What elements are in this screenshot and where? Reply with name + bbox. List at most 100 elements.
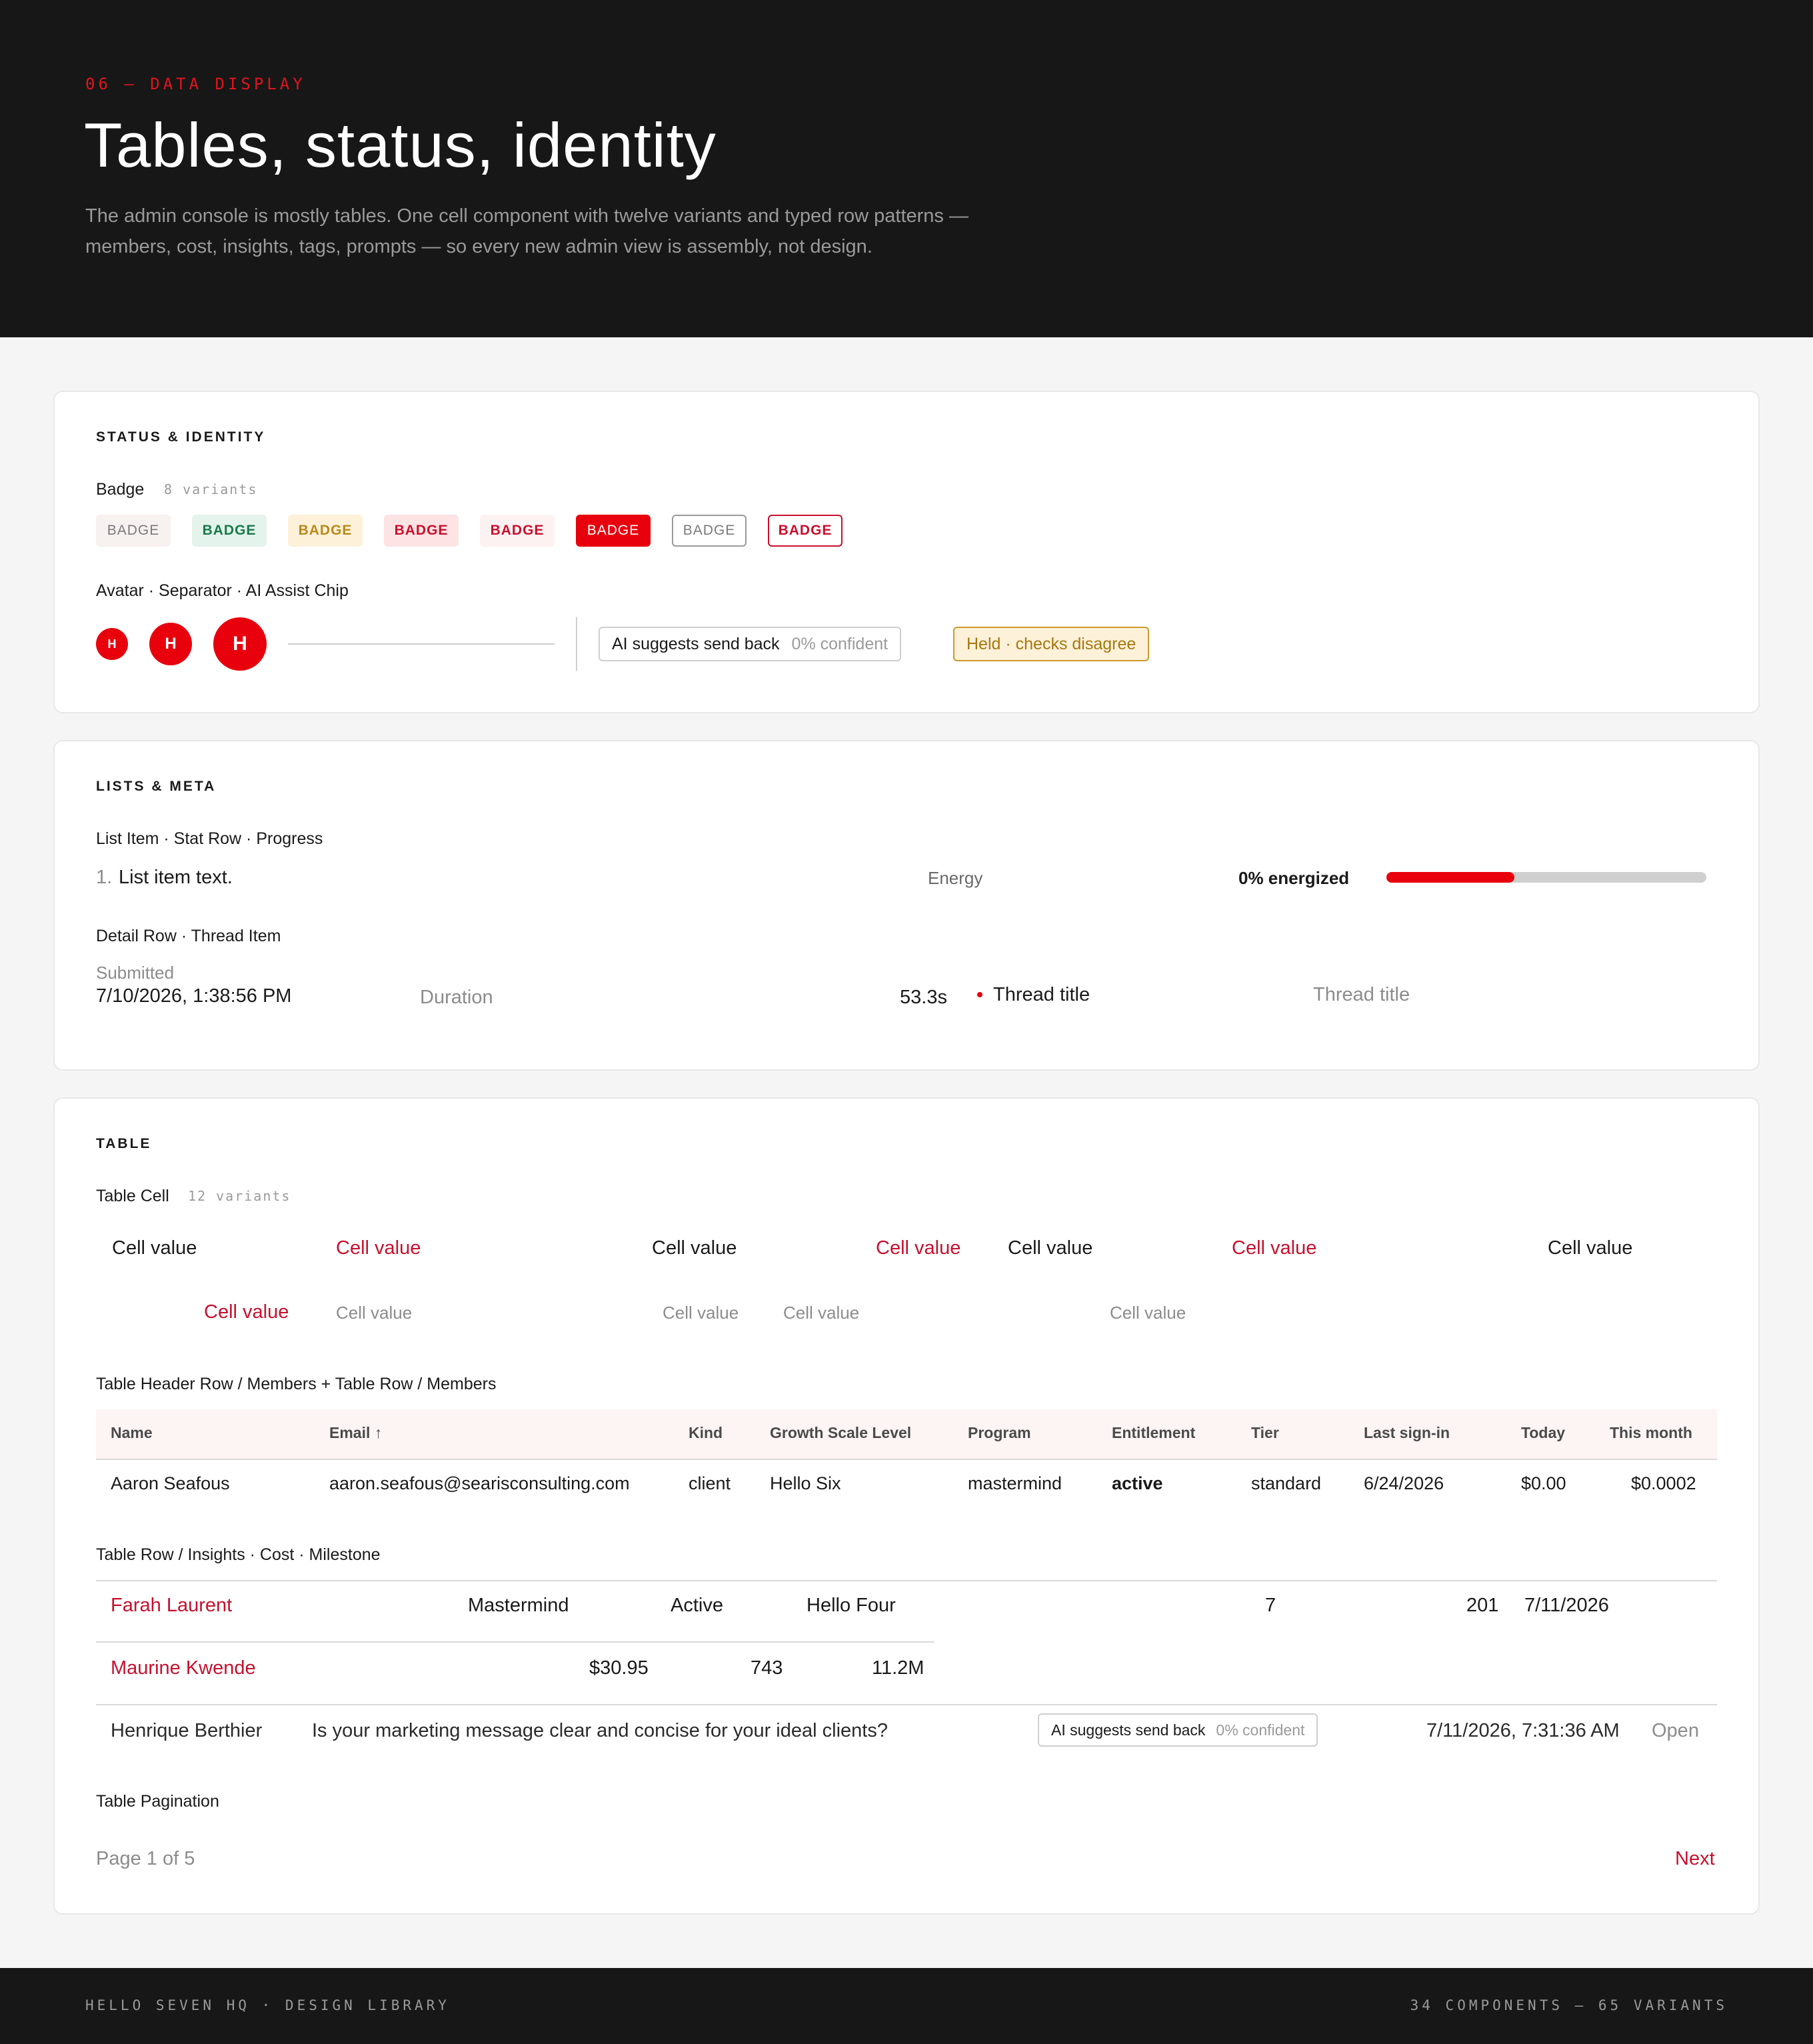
milestone-row-divider: [96, 1704, 1717, 1705]
table-cell-muted: Cell value: [336, 1303, 413, 1323]
detail-submitted-label: Submitted: [96, 963, 175, 983]
member-program: mastermind: [968, 1473, 1062, 1493]
table-cell-muted-right: Cell value: [663, 1303, 739, 1323]
page-title: Tables, status, identity: [84, 110, 717, 180]
badge-outline-neutral: BADGE: [672, 515, 747, 547]
table-cell-link-right[interactable]: Cell value: [876, 1237, 960, 1259]
members-table-label: Table Header Row / Members + Table Row /…: [96, 1375, 497, 1393]
thread-unread-dot: [977, 992, 982, 997]
header-name[interactable]: Name: [111, 1424, 153, 1442]
pagination-next-button[interactable]: Next: [1675, 1848, 1715, 1870]
lists-meta-title: LISTS & META: [96, 779, 217, 794]
table-cell-default: Cell value: [112, 1237, 197, 1259]
milestone-member-name: Henrique Berthier: [111, 1720, 263, 1741]
member-name-link[interactable]: Aaron Seafous: [111, 1473, 230, 1494]
badge-warning: BADGE: [288, 515, 363, 547]
footer-stats: 34 COMPONENTS — 65 VARIANTS: [1410, 1997, 1728, 2013]
status-identity-card: [53, 391, 1760, 713]
badge-outline-danger: BADGE: [768, 515, 843, 547]
insights-program: Mastermind: [468, 1595, 569, 1616]
insights-row-divider: [96, 1580, 1717, 1581]
badge-solid: BADGE: [576, 515, 651, 547]
member-kind: client: [689, 1473, 731, 1493]
badge-danger: BADGE: [384, 515, 459, 547]
table-section-title: TABLE: [96, 1136, 152, 1151]
cost-name-link[interactable]: Maurine Kwende: [111, 1657, 256, 1679]
pagination-label: Table Pagination: [96, 1792, 219, 1811]
table-cell-right: Cell value: [652, 1237, 737, 1259]
table-cell-default-2: Cell value: [1008, 1237, 1093, 1259]
table-card: [53, 1097, 1760, 1915]
table-cell-link[interactable]: Cell value: [336, 1237, 421, 1259]
held-status-chip[interactable]: Held · checks disagree: [953, 627, 1150, 661]
section-eyebrow: 06 — DATA DISPLAY: [85, 75, 306, 93]
footer-brand: HELLO SEVEN HQ · DESIGN LIBRARY: [85, 1997, 450, 2013]
table-cell-link-2[interactable]: Cell value: [1232, 1237, 1316, 1259]
page-description-line-2: members, cost, insights, tags, prompts —…: [85, 236, 873, 257]
header-this-month[interactable]: This month: [1610, 1424, 1692, 1442]
detail-duration-value: 53.3s: [900, 987, 947, 1008]
member-entitlement: active: [1112, 1473, 1163, 1493]
badge-neutral: BADGE: [96, 515, 171, 547]
insights-name-link[interactable]: Farah Laurent: [111, 1595, 232, 1617]
member-growth-level: Hello Six: [770, 1473, 841, 1493]
insights-date: 7/11/2026: [1524, 1595, 1609, 1616]
detail-submitted-value: 7/10/2026, 1:38:56 PM: [96, 985, 292, 1007]
page-description-line-1: The admin console is mostly tables. One …: [85, 205, 968, 227]
milestone-ai-chip-confidence: 0% confident: [1216, 1721, 1305, 1739]
milestone-question: Is your marketing message clear and conc…: [312, 1720, 888, 1741]
avatar-separator-chip-label: Avatar · Separator · AI Assist Chip: [96, 581, 349, 600]
header-growth-scale-level[interactable]: Growth Scale Level: [770, 1424, 911, 1442]
thread-item-title[interactable]: Thread title: [993, 984, 1090, 1006]
list-item-number: 1.: [96, 867, 113, 888]
progress-label: 0% energized: [1238, 868, 1350, 888]
header-entitlement[interactable]: Entitlement: [1112, 1424, 1195, 1442]
cost-row-divider: [96, 1641, 934, 1643]
member-month-cost: $0.0002: [1631, 1473, 1696, 1493]
ai-assist-chip-text: AI suggests send back: [612, 634, 780, 653]
ai-assist-chip[interactable]: AI suggests send back 0% confident: [599, 627, 902, 661]
avatar-large: H: [213, 617, 267, 671]
lists-meta-card: [53, 740, 1760, 1071]
header-program[interactable]: Program: [968, 1424, 1031, 1442]
detail-thread-label: Detail Row · Thread Item: [96, 927, 281, 945]
table-cell-muted-3: Cell value: [1110, 1303, 1186, 1323]
insights-total: 201: [1466, 1595, 1499, 1616]
table-cell-link-indented[interactable]: Cell value: [204, 1301, 289, 1323]
header-today[interactable]: Today: [1521, 1424, 1565, 1442]
milestone-ai-chip-text: AI suggests send back: [1051, 1721, 1206, 1739]
thread-item-title-muted[interactable]: Thread title: [1313, 984, 1410, 1006]
list-stat-progress-label: List Item · Stat Row · Progress: [96, 829, 323, 848]
vertical-separator: [576, 617, 577, 671]
progress-fill: [1386, 872, 1514, 883]
insights-table-label: Table Row / Insights · Cost · Milestone: [96, 1545, 381, 1564]
header-tier[interactable]: Tier: [1251, 1424, 1279, 1442]
ai-assist-chip-confidence: 0% confident: [791, 634, 889, 653]
cost-tokens: 11.2M: [872, 1657, 924, 1679]
header-kind[interactable]: Kind: [689, 1424, 723, 1442]
status-identity-title: STATUS & IDENTITY: [96, 429, 266, 445]
member-last-sign-in: 6/24/2026: [1364, 1473, 1444, 1493]
header-last-sign-in[interactable]: Last sign-in: [1364, 1424, 1450, 1442]
cost-requests: 743: [751, 1657, 783, 1679]
badge-variant-count: 8 variants: [164, 481, 258, 497]
milestone-ai-chip[interactable]: AI suggests send back 0% confident: [1038, 1713, 1318, 1747]
table-cell-right-2: Cell value: [1548, 1237, 1633, 1259]
insights-count: 7: [1265, 1595, 1276, 1616]
detail-duration-label: Duration: [420, 987, 493, 1008]
member-tier: standard: [1251, 1473, 1322, 1493]
list-item-text: List item text.: [119, 867, 233, 888]
member-today-cost: $0.00: [1521, 1473, 1566, 1493]
member-email: aaron.seafous@searisconsulting.com: [329, 1473, 630, 1493]
table-cell-variant-count: 12 variants: [188, 1188, 291, 1204]
table-cell-muted-2: Cell value: [783, 1303, 860, 1323]
insights-level: Hello Four: [807, 1595, 896, 1616]
avatar-medium: H: [149, 623, 192, 665]
insights-status: Active: [671, 1595, 723, 1616]
milestone-date: 7/11/2026, 7:31:36 AM: [1426, 1720, 1620, 1741]
badge-danger-subtle: BADGE: [480, 515, 555, 547]
pagination-page-indicator: Page 1 of 5: [96, 1848, 195, 1869]
milestone-status: Open: [1652, 1720, 1699, 1741]
badge-label: Badge: [96, 480, 145, 499]
header-email-sorted[interactable]: Email ↑: [329, 1424, 382, 1442]
